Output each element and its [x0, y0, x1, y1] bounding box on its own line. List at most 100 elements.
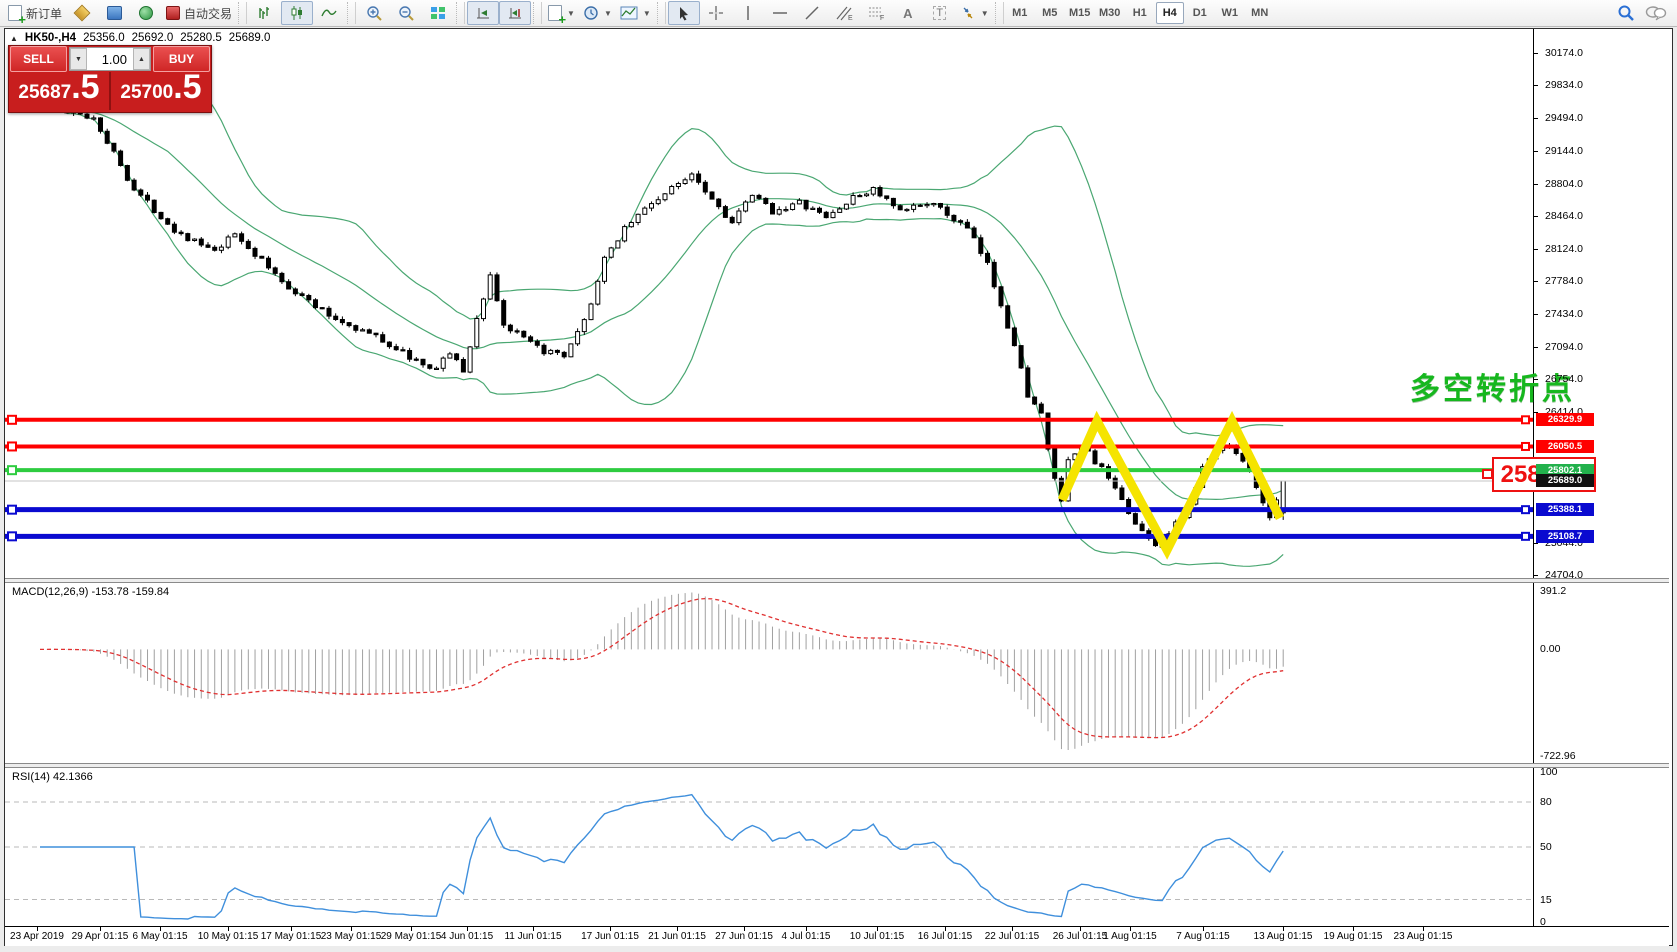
- chat-icon[interactable]: [1645, 5, 1667, 21]
- periods-button[interactable]: ▼: [579, 1, 616, 25]
- panel-collapse-icon[interactable]: ▲: [10, 34, 18, 43]
- price-level-badge: 26329.9: [1536, 413, 1594, 426]
- search-icon[interactable]: [1617, 4, 1635, 22]
- new-order-label: 新订单: [26, 5, 62, 22]
- timeframe-d1[interactable]: D1: [1186, 2, 1214, 24]
- macd-signal-line: [40, 599, 1283, 738]
- price-axis-tick-label: 26754.0: [1545, 373, 1583, 385]
- volume-increase-button[interactable]: ▲: [133, 48, 150, 70]
- auto-trading-label: 自动交易: [184, 5, 232, 22]
- bar-chart-icon: [257, 5, 273, 21]
- timeframe-w1[interactable]: W1: [1216, 2, 1244, 24]
- toolbar-right-group: [1617, 4, 1667, 22]
- time-axis-label: 17 Jun 01:15: [581, 931, 639, 942]
- horizontal-level-line[interactable]: [5, 532, 1533, 540]
- text-label-button[interactable]: T: [924, 1, 956, 25]
- horizontal-level-line[interactable]: [5, 416, 1533, 424]
- zoom-in-button[interactable]: [358, 1, 390, 25]
- timeframe-h1[interactable]: H1: [1126, 2, 1154, 24]
- main-chart-pane[interactable]: [5, 29, 1533, 578]
- templates-button[interactable]: ▼: [616, 1, 655, 25]
- data-window-button[interactable]: [98, 1, 130, 25]
- horizontal-level-line[interactable]: [5, 442, 1533, 450]
- sell-button[interactable]: SELL: [10, 46, 67, 72]
- market-watch-button[interactable]: [66, 1, 98, 25]
- price-axis-tick: [1533, 216, 1538, 217]
- arrows-button[interactable]: ▼: [956, 1, 993, 25]
- price-axis-tick: [1533, 575, 1538, 576]
- auto-trading-icon: [166, 6, 180, 20]
- pane-splitter[interactable]: [5, 763, 1669, 768]
- equidistant-channel-button[interactable]: E: [828, 1, 860, 25]
- price-axis-tick-label: 27094.0: [1545, 341, 1583, 353]
- auto-scroll-button[interactable]: [467, 1, 499, 25]
- time-axis-label: 4 Jun 01:15: [441, 931, 493, 942]
- bar-chart-button[interactable]: [249, 1, 281, 25]
- buy-price[interactable]: 25700 .5: [111, 72, 211, 110]
- timeframe-m30[interactable]: M30: [1096, 2, 1124, 24]
- price-axis-tick-label: 29144.0: [1545, 145, 1583, 157]
- timeframe-h4[interactable]: H4: [1156, 2, 1184, 24]
- market-watch-icon: [74, 5, 91, 22]
- time-axis-label: 11 Jun 01:15: [504, 931, 561, 942]
- text-icon: A: [903, 6, 912, 21]
- timeframe-m15[interactable]: M15: [1066, 2, 1094, 24]
- fibonacci-button[interactable]: F: [860, 1, 892, 25]
- horizontal-line-button[interactable]: [764, 1, 796, 25]
- candlestick-chart-button[interactable]: [281, 1, 313, 25]
- sell-price-main: 25687: [18, 82, 71, 104]
- text-button[interactable]: A: [892, 1, 924, 25]
- new-chart-button[interactable]: +▼: [544, 1, 579, 25]
- trendline-button[interactable]: [796, 1, 828, 25]
- horizontal-line-icon: [772, 6, 788, 20]
- zigzag-annotation[interactable]: [1062, 421, 1280, 550]
- ohlc-high: 25692.0: [132, 32, 174, 44]
- pane-splitter[interactable]: [5, 578, 1669, 583]
- one-click-trading-panel: SELL ▼ 1.00 ▲ BUY 25687 .5 25700 .5: [8, 45, 212, 113]
- cursor-button[interactable]: [668, 1, 700, 25]
- template-icon: [620, 5, 638, 21]
- rsi-axis-label: 100: [1540, 766, 1558, 778]
- new-order-button[interactable]: + 新订单: [4, 1, 66, 25]
- price-axis-tick-label: 24704.0: [1545, 569, 1583, 581]
- trend-turning-point-annotation[interactable]: 多空转折点: [1410, 364, 1575, 408]
- volume-decrease-button[interactable]: ▼: [70, 48, 87, 70]
- timeframe-bar: M1M5M15M30H1H4D1W1MN: [1006, 2, 1274, 24]
- volume-input[interactable]: 1.00: [87, 52, 133, 67]
- zoom-in-icon: [366, 5, 382, 21]
- price-axis-tick: [1533, 249, 1538, 250]
- svg-text:E: E: [848, 15, 853, 21]
- timeframe-mn[interactable]: MN: [1246, 2, 1274, 24]
- timeframe-m1[interactable]: M1: [1006, 2, 1034, 24]
- line-chart-icon: [321, 5, 337, 21]
- price-level-badge: 25388.1: [1536, 503, 1594, 516]
- horizontal-level-line[interactable]: [5, 466, 1533, 474]
- chevron-down-icon: ▼: [981, 9, 989, 18]
- chart-shift-button[interactable]: [499, 1, 531, 25]
- auto-trading-button[interactable]: 自动交易: [162, 1, 236, 25]
- sell-price[interactable]: 25687 .5: [9, 72, 109, 110]
- line-chart-button[interactable]: [313, 1, 345, 25]
- price-axis-tick-label: 27434.0: [1545, 308, 1583, 320]
- navigator-button[interactable]: [130, 1, 162, 25]
- new-chart-icon: +: [548, 5, 562, 21]
- tile-windows-button[interactable]: [422, 1, 454, 25]
- vertical-line-icon: [741, 5, 755, 21]
- time-axis-label: 16 Jul 01:15: [918, 931, 973, 942]
- buy-price-main: 25700: [120, 82, 173, 104]
- horizontal-level-line[interactable]: [5, 506, 1533, 514]
- price-axis-tick-label: 30174.0: [1545, 47, 1583, 59]
- timeframe-m5[interactable]: M5: [1036, 2, 1064, 24]
- time-axis-label: 10 Jul 01:15: [850, 931, 905, 942]
- crosshair-button[interactable]: [700, 1, 732, 25]
- data-window-icon: [107, 6, 122, 20]
- zoom-out-button[interactable]: [390, 1, 422, 25]
- macd-label: MACD(12,26,9) -153.78 -159.84: [12, 586, 169, 598]
- vertical-line-button[interactable]: [732, 1, 764, 25]
- toolbar-separator: [238, 2, 247, 24]
- macd-pane[interactable]: [5, 582, 1533, 763]
- rsi-pane[interactable]: [5, 767, 1533, 926]
- zoom-out-icon: [398, 5, 414, 21]
- time-axis-label: 7 Aug 01:15: [1176, 931, 1229, 942]
- time-axis-label: 27 Jun 01:15: [715, 931, 773, 942]
